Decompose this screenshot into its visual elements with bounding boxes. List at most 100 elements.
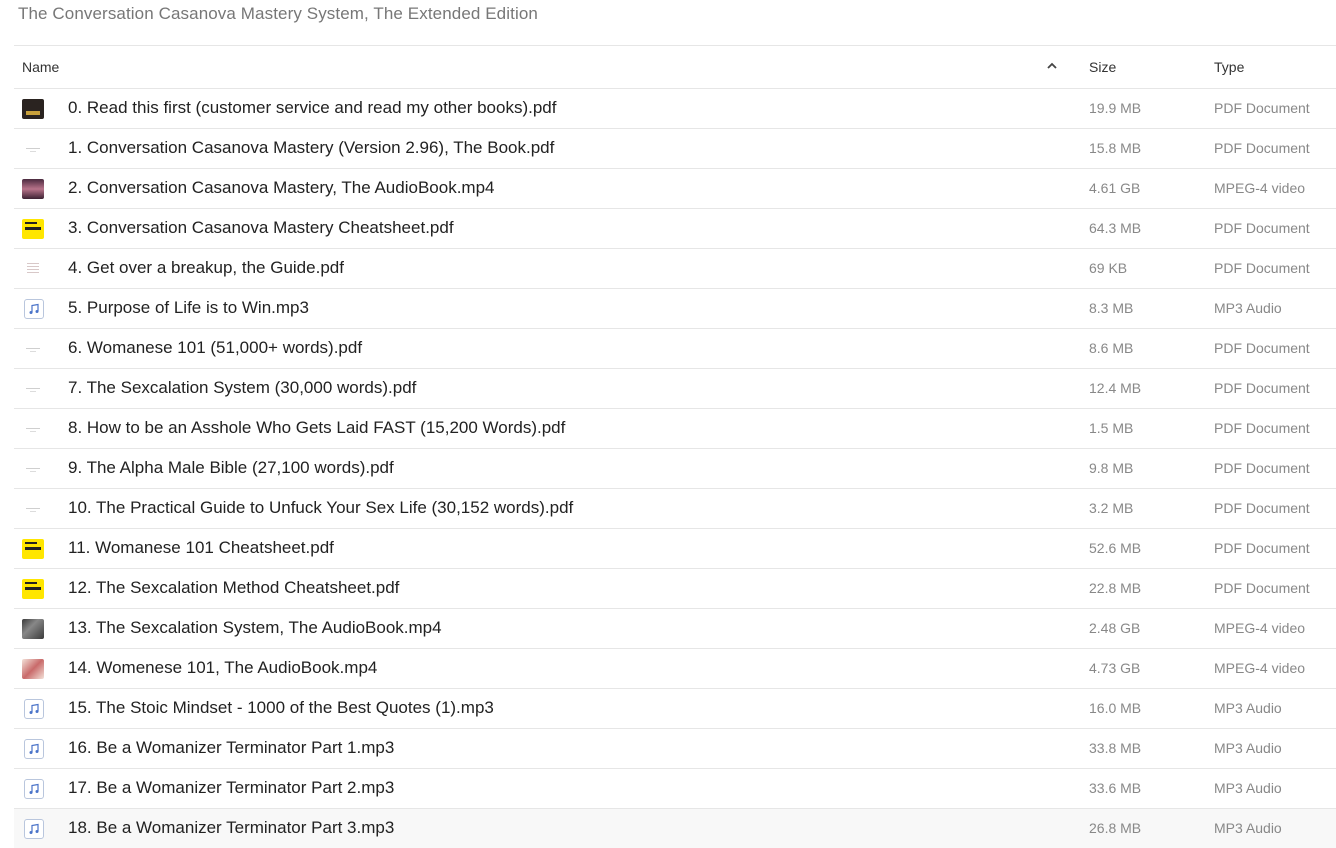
- file-name[interactable]: 5. Purpose of Life is to Win.mp3: [68, 298, 309, 318]
- file-name[interactable]: 11. Womanese 101 Cheatsheet.pdf: [68, 538, 334, 558]
- file-type: PDF Document: [1214, 420, 1310, 436]
- file-size: 15.8 MB: [1089, 140, 1142, 156]
- file-type: PDF Document: [1214, 580, 1310, 596]
- file-type: PDF Document: [1214, 340, 1310, 356]
- video-thumbnail: [22, 659, 44, 679]
- file-thumbnail: [22, 539, 44, 559]
- file-row[interactable]: 2. Conversation Casanova Mastery, The Au…: [14, 169, 1336, 209]
- file-size: 12.4 MB: [1089, 380, 1142, 396]
- video-thumbnail: [22, 179, 44, 199]
- file-name[interactable]: 15. The Stoic Mindset - 1000 of the Best…: [68, 698, 494, 718]
- file-name[interactable]: 13. The Sexcalation System, The AudioBoo…: [68, 618, 442, 638]
- file-row[interactable]: 1. Conversation Casanova Mastery (Versio…: [14, 129, 1336, 169]
- file-type: MP3 Audio: [1214, 300, 1282, 316]
- file-list: 0. Read this first (customer service and…: [14, 89, 1336, 848]
- music-note-icon: [24, 739, 44, 759]
- file-type: PDF Document: [1214, 460, 1310, 476]
- file-name[interactable]: 8. How to be an Asshole Who Gets Laid FA…: [68, 418, 565, 438]
- music-note-icon: [24, 699, 44, 719]
- file-type: MPEG-4 video: [1214, 660, 1306, 676]
- folder-title: The Conversation Casanova Mastery System…: [18, 4, 538, 23]
- file-name[interactable]: 3. Conversation Casanova Mastery Cheatsh…: [68, 218, 454, 238]
- file-type: MP3 Audio: [1214, 700, 1282, 716]
- file-type: PDF Document: [1214, 260, 1310, 276]
- video-thumbnail: [22, 619, 44, 639]
- file-type: MPEG-4 video: [1214, 180, 1306, 196]
- file-type: MP3 Audio: [1214, 740, 1282, 756]
- file-thumbnail: [22, 379, 44, 399]
- file-thumbnail: [22, 139, 44, 159]
- column-header-size[interactable]: Size: [1089, 59, 1116, 75]
- file-thumbnail: [22, 99, 44, 119]
- file-name[interactable]: 4. Get over a breakup, the Guide.pdf: [68, 258, 344, 278]
- file-name[interactable]: 9. The Alpha Male Bible (27,100 words).p…: [68, 458, 394, 478]
- music-note-icon: [24, 819, 44, 839]
- file-name[interactable]: 16. Be a Womanizer Terminator Part 1.mp3: [68, 738, 394, 758]
- file-row[interactable]: 5. Purpose of Life is to Win.mp3 8.3 MB MP…: [14, 289, 1336, 329]
- file-size: 16.0 MB: [1089, 700, 1142, 716]
- file-size: 33.6 MB: [1089, 780, 1142, 796]
- file-thumbnail: [22, 259, 44, 279]
- file-row[interactable]: 9. The Alpha Male Bible (27,100 words).p…: [14, 449, 1336, 489]
- chevron-up-icon[interactable]: [1045, 59, 1059, 73]
- file-row[interactable]: 6. Womanese 101 (51,000+ words).pdf 8.6 M…: [14, 329, 1336, 369]
- file-size: 3.2 MB: [1089, 500, 1134, 516]
- file-row[interactable]: 0. Read this first (customer service and…: [14, 89, 1336, 129]
- file-name[interactable]: 18. Be a Womanizer Terminator Part 3.mp3: [68, 818, 394, 838]
- file-row[interactable]: 12. The Sexcalation Method Cheatsheet.pd…: [14, 569, 1336, 609]
- file-row[interactable]: 17. Be a Womanizer Terminator Part 2.mp3…: [14, 769, 1336, 809]
- table-header: Name Size Type: [14, 45, 1336, 89]
- file-type: MPEG-4 video: [1214, 620, 1306, 636]
- file-thumbnail: [22, 219, 44, 239]
- file-row[interactable]: 8. How to be an Asshole Who Gets Laid FA…: [14, 409, 1336, 449]
- file-row[interactable]: 10. The Practical Guide to Unfuck Your S…: [14, 489, 1336, 529]
- music-note-icon: [24, 779, 44, 799]
- file-name[interactable]: 10. The Practical Guide to Unfuck Your S…: [68, 498, 573, 518]
- file-name[interactable]: 6. Womanese 101 (51,000+ words).pdf: [68, 338, 362, 358]
- file-name[interactable]: 7. The Sexcalation System (30,000 words)…: [68, 378, 416, 398]
- column-header-name[interactable]: Name: [22, 59, 59, 75]
- file-row[interactable]: 4. Get over a breakup, the Guide.pdf 69 K…: [14, 249, 1336, 289]
- file-size: 26.8 MB: [1089, 820, 1142, 836]
- column-header-type[interactable]: Type: [1214, 59, 1244, 75]
- file-thumbnail: [22, 579, 44, 599]
- file-size: 52.6 MB: [1089, 540, 1142, 556]
- file-type: PDF Document: [1214, 220, 1310, 236]
- file-row[interactable]: 16. Be a Womanizer Terminator Part 1.mp3…: [14, 729, 1336, 769]
- file-thumbnail: [22, 499, 44, 519]
- file-row[interactable]: 11. Womanese 101 Cheatsheet.pdf 52.6 MB PD…: [14, 529, 1336, 569]
- file-type: PDF Document: [1214, 540, 1310, 556]
- file-type: PDF Document: [1214, 500, 1310, 516]
- file-type: MP3 Audio: [1214, 780, 1282, 796]
- file-row[interactable]: 3. Conversation Casanova Mastery Cheatsh…: [14, 209, 1336, 249]
- file-size: 8.6 MB: [1089, 340, 1134, 356]
- file-table: Name Size Type 0. Read this first (custo…: [14, 45, 1336, 848]
- file-row[interactable]: 7. The Sexcalation System (30,000 words)…: [14, 369, 1336, 409]
- file-name[interactable]: 0. Read this first (customer service and…: [68, 98, 556, 118]
- file-size: 19.9 MB: [1089, 100, 1142, 116]
- file-size: 4.73 GB: [1089, 660, 1141, 676]
- file-row[interactable]: 15. The Stoic Mindset - 1000 of the Best…: [14, 689, 1336, 729]
- file-row[interactable]: 13. The Sexcalation System, The AudioBoo…: [14, 609, 1336, 649]
- file-size: 22.8 MB: [1089, 580, 1142, 596]
- file-row[interactable]: 18. Be a Womanizer Terminator Part 3.mp3…: [14, 809, 1336, 848]
- file-size: 2.48 GB: [1089, 620, 1141, 636]
- file-thumbnail: [22, 419, 44, 439]
- file-name[interactable]: 14. Womenese 101, The AudioBook.mp4: [68, 658, 377, 678]
- file-type: PDF Document: [1214, 100, 1310, 116]
- file-thumbnail: [22, 339, 44, 359]
- file-row[interactable]: 14. Womenese 101, The AudioBook.mp4 4.73 …: [14, 649, 1336, 689]
- file-size: 69 KB: [1089, 260, 1128, 276]
- file-type: MP3 Audio: [1214, 820, 1282, 836]
- file-size: 1.5 MB: [1089, 420, 1134, 436]
- file-name[interactable]: 2. Conversation Casanova Mastery, The Au…: [68, 178, 495, 198]
- file-name[interactable]: 1. Conversation Casanova Mastery (Versio…: [68, 138, 554, 158]
- file-name[interactable]: 17. Be a Womanizer Terminator Part 2.mp3: [68, 778, 394, 798]
- file-thumbnail: [22, 459, 44, 479]
- file-size: 9.8 MB: [1089, 460, 1134, 476]
- file-size: 64.3 MB: [1089, 220, 1142, 236]
- file-type: PDF Document: [1214, 380, 1310, 396]
- file-name[interactable]: 12. The Sexcalation Method Cheatsheet.pd…: [68, 578, 399, 598]
- file-type: PDF Document: [1214, 140, 1310, 156]
- file-size: 8.3 MB: [1089, 300, 1134, 316]
